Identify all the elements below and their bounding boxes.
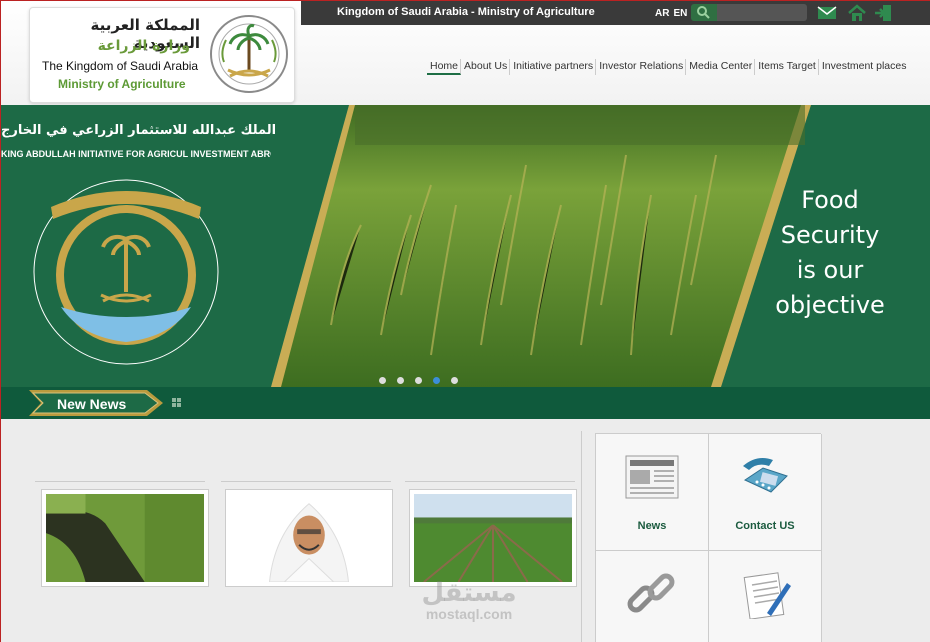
nav-home[interactable]: Home <box>427 59 462 75</box>
slider-dot[interactable] <box>379 377 386 384</box>
rice-field-image <box>271 105 811 387</box>
nav-investment-places[interactable]: Investment places <box>819 59 909 75</box>
news-ticker-label[interactable]: New News <box>29 390 163 416</box>
slider-pagination <box>379 377 458 384</box>
nav-about-us[interactable]: About Us <box>461 59 511 75</box>
ministry-logo[interactable]: المملكة العربية السعودية وزارة الزراعة T… <box>29 7 295 103</box>
tile-contact-label: Contact US <box>735 520 795 532</box>
quick-links-grid: News Contact US <box>595 433 822 642</box>
tile-documents[interactable] <box>709 551 822 642</box>
nav-investor-relations[interactable]: Investor Relations <box>596 59 687 75</box>
tile-news-label: News <box>637 520 667 532</box>
mail-icon[interactable] <box>817 4 837 22</box>
card-divider <box>221 481 391 482</box>
news-card-irrigation[interactable] <box>41 489 209 587</box>
card-divider <box>405 481 575 482</box>
search-input[interactable] <box>717 4 807 21</box>
news-ticker: New News <box>1 387 930 419</box>
slogan: Food Security is our objective <box>775 183 885 323</box>
slogan-line-4: objective <box>775 291 885 319</box>
minister-portrait-image <box>230 494 388 583</box>
watermark-ar: مستقل <box>421 578 517 608</box>
initiative-title-ar: مبادرة الملك عبدالله للاستثمار الزراعي ف… <box>1 123 277 138</box>
ministry-emblem-icon <box>210 15 288 93</box>
nav-items-target[interactable]: Items Target <box>755 59 819 75</box>
crop-rows-image <box>414 494 572 583</box>
slogan-line-1: Food <box>801 186 859 214</box>
main-nav: Home About Us Initiative partners Invest… <box>427 59 909 75</box>
nav-initiative-partners[interactable]: Initiative partners <box>510 59 597 75</box>
chain-link-icon <box>627 573 675 613</box>
ministry-title: Kingdom of Saudi Arabia - Ministry of Ag… <box>337 6 595 18</box>
irrigation-canal-image <box>46 494 204 582</box>
initiative-emblem-icon <box>33 179 219 365</box>
news-card-minister[interactable] <box>225 489 393 587</box>
lang-ar-link[interactable]: AR <box>655 8 669 19</box>
search-button[interactable] <box>691 4 717 21</box>
slogan-line-3: is our <box>796 256 864 284</box>
telephone-icon <box>743 458 788 493</box>
grid-icon[interactable] <box>172 398 181 407</box>
initiative-title-en: KING ABDULLAH INITIATIVE FOR AGRICUL INV… <box>1 149 271 159</box>
tile-contact-us[interactable]: Contact US <box>709 434 822 551</box>
hero-slider[interactable]: مبادرة الملك عبدالله للاستثمار الزراعي ف… <box>1 105 930 387</box>
site-watermark: مستقل mostaql.com <box>409 579 529 621</box>
tile-links[interactable] <box>596 551 709 642</box>
nav-media-center[interactable]: Media Center <box>686 59 756 75</box>
logo-subtitle-en: Ministry of Agriculture <box>58 77 186 91</box>
slider-dot-active[interactable] <box>433 377 440 384</box>
slider-dot[interactable] <box>451 377 458 384</box>
tile-news[interactable]: News <box>596 434 709 551</box>
news-card-crops[interactable] <box>409 489 577 587</box>
search-icon <box>697 6 710 19</box>
card-divider <box>35 481 205 482</box>
lang-en-link[interactable]: EN <box>673 8 687 19</box>
logo-title-en: The Kingdom of Saudi Arabia <box>42 59 199 73</box>
logo-subtitle-ar: وزارة الزراعة <box>97 38 190 54</box>
newspaper-icon <box>625 455 679 499</box>
news-ticker-text: New News <box>57 396 127 412</box>
document-pen-icon <box>743 572 791 619</box>
column-divider <box>581 431 582 642</box>
logout-icon[interactable] <box>873 4 893 22</box>
slogan-line-2: Security <box>780 221 880 249</box>
top-bar: Kingdom of Saudi Arabia - Ministry of Ag… <box>301 1 930 25</box>
home-icon[interactable] <box>847 4 867 22</box>
language-switcher: AR EN <box>655 8 691 19</box>
slider-dot[interactable] <box>415 377 422 384</box>
watermark-url: mostaql.com <box>425 606 513 622</box>
slider-dot[interactable] <box>397 377 404 384</box>
